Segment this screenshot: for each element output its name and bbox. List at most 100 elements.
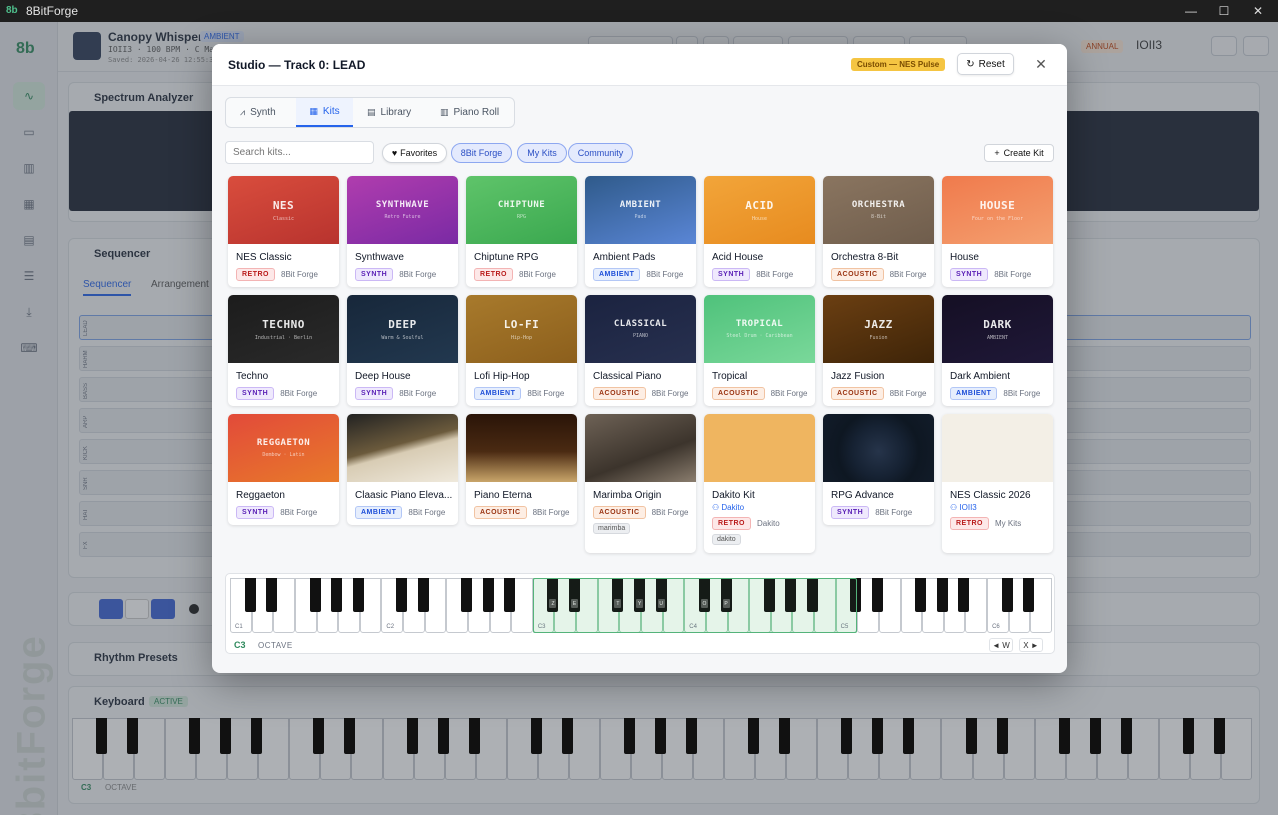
- octave-up-button[interactable]: X ►: [1019, 638, 1043, 652]
- kit-card[interactable]: NES Classic NES Classic RETRO 8Bit Forge: [228, 176, 339, 287]
- black-key[interactable]: [396, 578, 408, 612]
- black-key[interactable]: [1023, 578, 1035, 612]
- kit-category-tag: ACOUSTIC: [831, 387, 884, 400]
- kit-card[interactable]: HOUSE Four on the Floor House SYNTH 8Bit For…: [942, 176, 1053, 287]
- black-key[interactable]: [748, 718, 760, 754]
- kit-card[interactable]: ACID House Acid House SYNTH 8Bit Forge: [704, 176, 815, 287]
- black-key[interactable]: [965, 718, 977, 754]
- black-key[interactable]: Y: [634, 578, 645, 612]
- black-key[interactable]: [1089, 718, 1101, 754]
- reset-button[interactable]: ↻ Reset: [957, 53, 1014, 75]
- tab-library[interactable]: ▤ Library: [359, 98, 425, 127]
- black-key[interactable]: [623, 718, 635, 754]
- black-key[interactable]: [996, 718, 1008, 754]
- black-key[interactable]: [1120, 718, 1132, 754]
- black-key[interactable]: [1213, 718, 1225, 754]
- minimize-icon[interactable]: —: [1174, 0, 1208, 22]
- black-key[interactable]: [936, 578, 948, 612]
- black-key[interactable]: [266, 578, 278, 612]
- black-key[interactable]: [251, 718, 263, 754]
- kit-thumbnail: CHIPTUNE RPG: [466, 176, 577, 244]
- kit-card[interactable]: SYNTHWAVE Retro Future Synthwave SYNTH 8Bit …: [347, 176, 458, 287]
- black-key[interactable]: Z: [547, 578, 559, 612]
- kit-card[interactable]: CHIPTUNE RPG Chiptune RPG RETRO 8Bit Forge: [466, 176, 577, 287]
- black-key[interactable]: [561, 718, 573, 754]
- black-key[interactable]: [850, 578, 862, 612]
- kit-card[interactable]: RPG Advance SYNTH 8Bit Forge: [823, 414, 934, 525]
- black-key[interactable]: [779, 718, 791, 754]
- black-key[interactable]: [309, 578, 321, 612]
- black-key[interactable]: [437, 718, 449, 754]
- black-key[interactable]: [686, 718, 698, 754]
- kit-card[interactable]: CLASSICAL PIANO Classical Piano ACOUSTIC 8Bi…: [585, 295, 696, 406]
- create-kit-button[interactable]: + Create Kit: [984, 144, 1054, 162]
- black-key[interactable]: [872, 718, 884, 754]
- black-key[interactable]: [127, 718, 139, 754]
- kit-card[interactable]: JAZZ Fusion Jazz Fusion ACOUSTIC 8Bit Forge: [823, 295, 934, 406]
- favorites-filter[interactable]: ♥ Favorites: [382, 143, 447, 163]
- black-key[interactable]: T: [612, 578, 624, 612]
- close-icon[interactable]: ✕: [1033, 56, 1049, 72]
- kit-card[interactable]: Claasic Piano Eleva... AMBIENT 8Bit Forge: [347, 414, 458, 525]
- close-window-icon[interactable]: ✕: [1241, 0, 1275, 22]
- kit-card[interactable]: TROPICAL Steel Drum · Caribbean Tropical AC…: [704, 295, 815, 406]
- kit-card[interactable]: REGGAETON Dembow · Latin Reggaeton SYNTH 8Bi…: [228, 414, 339, 525]
- black-key[interactable]: [1001, 578, 1013, 612]
- black-key[interactable]: [1058, 718, 1070, 754]
- black-key[interactable]: [406, 718, 418, 754]
- black-key[interactable]: [871, 578, 883, 612]
- black-key[interactable]: [655, 718, 666, 754]
- kit-card[interactable]: Marimba Origin ACOUSTIC 8Bit Forge marimba: [585, 414, 696, 553]
- kit-card[interactable]: DARK AMBIENT Dark Ambient AMBIENT 8Bit Forge: [942, 295, 1053, 406]
- black-key[interactable]: [482, 578, 494, 612]
- kit-source: 8Bit Forge: [399, 389, 437, 398]
- tab-synth[interactable]: ⩘ Synth: [232, 98, 296, 127]
- kit-card[interactable]: AMBIENT Pads Ambient Pads AMBIENT 8Bit Forge: [585, 176, 696, 287]
- black-key[interactable]: [313, 718, 325, 754]
- black-key[interactable]: [220, 718, 232, 754]
- black-key[interactable]: [504, 578, 516, 612]
- black-key[interactable]: [841, 718, 853, 754]
- black-key[interactable]: [785, 578, 797, 612]
- black-key[interactable]: [763, 578, 775, 612]
- black-key[interactable]: E: [569, 578, 581, 612]
- kit-card[interactable]: LO-FI Hip-Hop Lofi Hip-Hop AMBIENT 8Bit Forg…: [466, 295, 577, 406]
- black-key[interactable]: [244, 578, 256, 612]
- source-filter-8bit-forge[interactable]: 8Bit Forge: [451, 143, 512, 163]
- source-filter-my-kits[interactable]: My Kits: [517, 143, 567, 163]
- black-key[interactable]: [903, 718, 915, 754]
- black-key[interactable]: [460, 578, 472, 612]
- kit-meta: ACOUSTIC 8Bit Forge: [593, 506, 688, 519]
- kit-author[interactable]: ⚇ Dakito: [712, 503, 744, 512]
- black-key[interactable]: [331, 578, 343, 612]
- black-key[interactable]: P: [720, 578, 732, 612]
- kit-card[interactable]: TECHNO Industrial · Berlin Techno SYNTH 8Bit…: [228, 295, 339, 406]
- kit-thumb-subtitle: Steel Drum · Caribbean: [726, 333, 793, 339]
- black-key[interactable]: [344, 718, 356, 754]
- tab-kits[interactable]: ▦ Kits: [296, 98, 353, 127]
- kit-author[interactable]: ⚇ IOII3: [950, 503, 977, 512]
- black-key[interactable]: [530, 718, 542, 754]
- black-key[interactable]: O: [698, 578, 710, 612]
- black-key[interactable]: [915, 578, 927, 612]
- black-key[interactable]: [958, 578, 970, 612]
- maximize-icon[interactable]: ☐: [1207, 0, 1241, 22]
- black-key[interactable]: [352, 578, 364, 612]
- kit-card[interactable]: ORCHESTRA 8-Bit Orchestra 8-Bit ACOUSTIC 8Bi…: [823, 176, 934, 287]
- kit-card[interactable]: Dakito Kit ⚇ Dakito RETRO Dakito dakito: [704, 414, 815, 553]
- kit-search-input[interactable]: [225, 141, 374, 164]
- black-key[interactable]: [417, 578, 429, 612]
- kit-card[interactable]: DEEP Warm & Soulful Deep House SYNTH 8Bit Fo…: [347, 295, 458, 406]
- octave-down-button[interactable]: ◄ W: [989, 638, 1013, 652]
- kit-card[interactable]: Piano Eterna ACOUSTIC 8Bit Forge: [466, 414, 577, 525]
- kit-category-tag: RETRO: [474, 268, 513, 281]
- black-key[interactable]: [1182, 718, 1194, 754]
- black-key[interactable]: [807, 578, 819, 612]
- black-key[interactable]: U: [655, 578, 667, 612]
- black-key[interactable]: [189, 718, 201, 754]
- kit-card[interactable]: NES Classic 2026 ⚇ IOII3 RETRO My Kits: [942, 414, 1053, 553]
- black-key[interactable]: [468, 718, 480, 754]
- black-key[interactable]: [96, 718, 108, 754]
- source-filter-community[interactable]: Community: [568, 143, 633, 163]
- tab-piano-roll[interactable]: ▥ Piano Roll: [432, 98, 512, 127]
